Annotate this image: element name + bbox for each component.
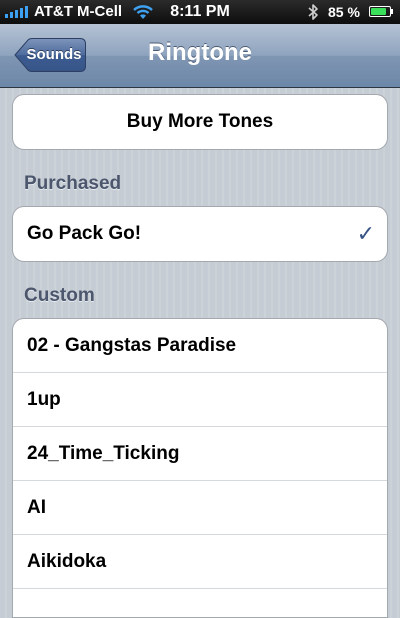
battery-icon [369,6,391,17]
ringtone-row[interactable]: AI [13,481,387,535]
ringtone-row[interactable]: 24_Time_Ticking [13,427,387,481]
section-header-purchased: Purchased [24,173,122,194]
buy-more-tones-button[interactable]: Buy More Tones [13,95,387,149]
bluetooth-icon [307,3,319,25]
checkmark-icon: ✓ [356,221,375,246]
ringtone-label: 1up [27,389,61,410]
ringtone-row[interactable]: 1up [13,373,387,427]
ringtone-row[interactable]: 02 - Gangstas Paradise [13,319,387,373]
status-bar: AT&T M-Cell 8:11 PM 85 % [0,0,400,24]
buy-tones-group: Buy More Tones [12,94,388,150]
page-title: Ringtone [148,39,252,66]
ringtone-label: 02 - Gangstas Paradise [27,335,237,356]
ringtone-row-go-pack-go[interactable]: Go Pack Go! ✓ [13,207,387,261]
ringtone-label: Aikidoka [27,551,107,572]
ringtone-row[interactable]: Aikidoka [13,535,387,589]
purchased-list: Go Pack Go! ✓ [12,206,388,262]
battery-percent: 85 % [328,4,360,20]
battery-tip [391,9,393,14]
ringtone-label: Go Pack Go! [27,223,142,244]
battery-level-fill [371,8,387,15]
navigation-bar: Sounds Ringtone [0,24,400,88]
ringtone-label: AI [27,497,46,518]
custom-list: 02 - Gangstas Paradise 1up 24_Time_Ticki… [12,318,388,618]
ringtone-label: 24_Time_Ticking [27,443,180,464]
section-header-custom: Custom [24,285,95,306]
